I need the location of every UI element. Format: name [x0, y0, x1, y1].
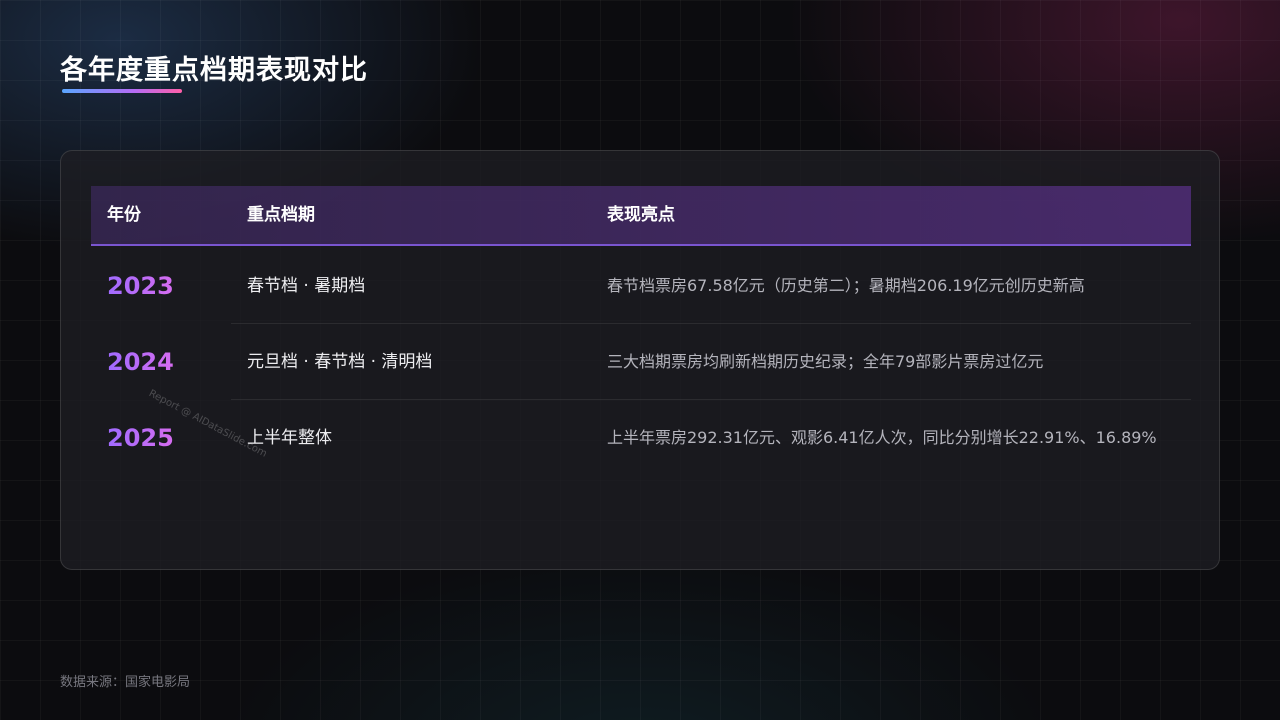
- page-title: 各年度重点档期表现对比: [60, 55, 368, 86]
- row-highlight: 三大档期票房均刷新档期历史纪录；全年79部影片票房过亿元: [607, 352, 1044, 371]
- row-year: 2024: [107, 324, 174, 400]
- row-period: 上半年整体: [247, 428, 332, 448]
- row-highlight: 春节档票房67.58亿元（历史第二）；暑期档206.19亿元创历史新高: [607, 276, 1085, 295]
- header-period: 重点档期: [247, 205, 315, 225]
- slide: 各年度重点档期表现对比 年份 重点档期 表现亮点 2023 春节档 · 暑期档 …: [0, 0, 1280, 720]
- source-note: 数据来源：国家电影局: [60, 675, 191, 690]
- table-header: 年份 重点档期 表现亮点: [91, 186, 1191, 246]
- row-highlight: 上半年票房292.31亿元、观影6.41亿人次，同比分别增长22.91%、16.…: [607, 428, 1157, 447]
- row-period: 元旦档 · 春节档 · 清明档: [247, 352, 433, 372]
- table-row: 2023 春节档 · 暑期档 春节档票房67.58亿元（历史第二）；暑期档206…: [91, 248, 1191, 324]
- table-row: 2025 上半年整体 上半年票房292.31亿元、观影6.41亿人次，同比分别增…: [91, 400, 1191, 476]
- table-row: 2024 元旦档 · 春节档 · 清明档 三大档期票房均刷新档期历史纪录；全年7…: [91, 324, 1191, 400]
- row-year: 2025: [107, 400, 174, 476]
- header-year: 年份: [107, 205, 141, 225]
- header-highlight: 表现亮点: [607, 205, 675, 225]
- row-period: 春节档 · 暑期档: [247, 276, 366, 296]
- title-underline: [62, 89, 182, 93]
- table-card: 年份 重点档期 表现亮点 2023 春节档 · 暑期档 春节档票房67.58亿元…: [60, 150, 1220, 570]
- row-year: 2023: [107, 248, 174, 324]
